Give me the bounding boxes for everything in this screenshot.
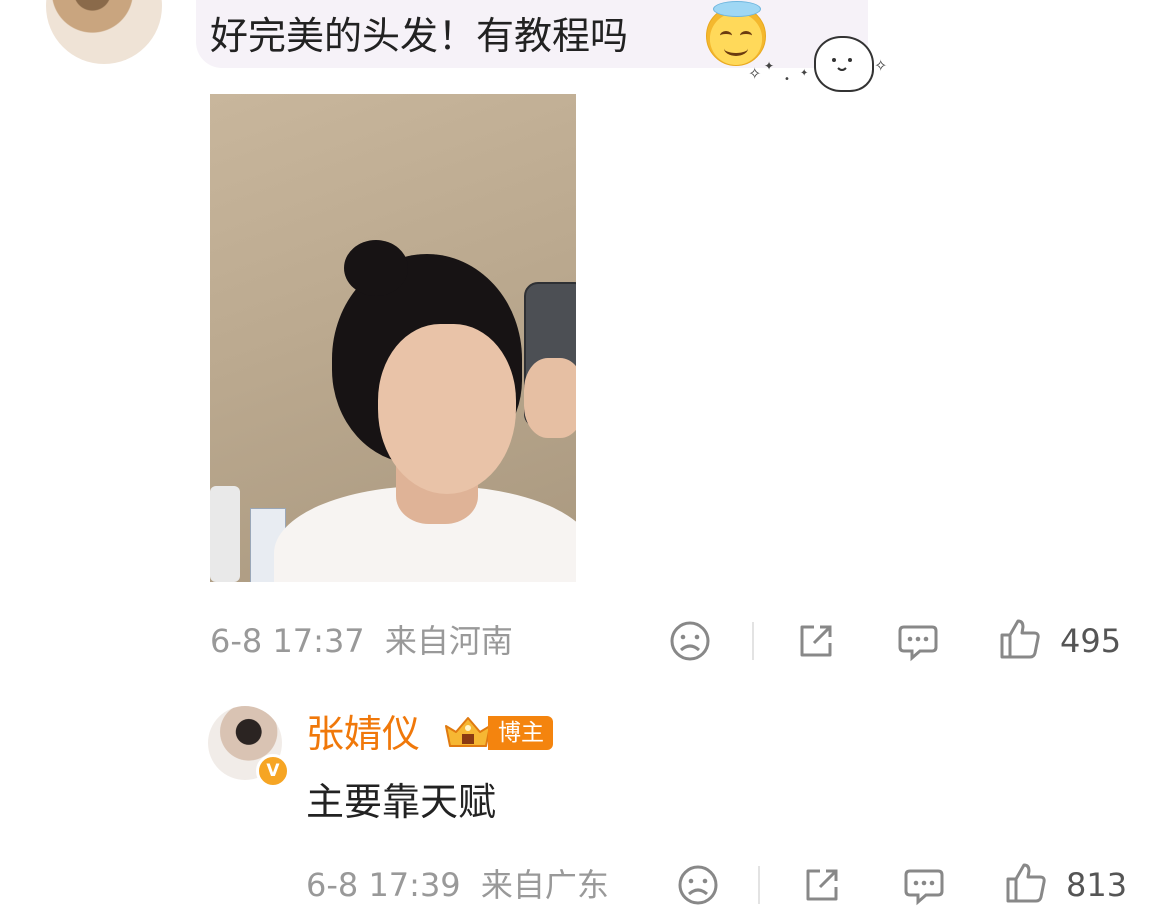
comment-image[interactable] <box>210 94 576 582</box>
crown-badge-icon <box>442 712 494 752</box>
thumbs-up-icon[interactable] <box>1004 861 1048 905</box>
share-icon[interactable] <box>800 863 844 907</box>
sparkle-icon: • <box>784 74 790 85</box>
like-count: 813 <box>1066 866 1128 904</box>
comment-bubble-icon[interactable] <box>902 863 946 907</box>
comment-bubble-icon[interactable] <box>896 619 940 663</box>
comment-location: 来自河南 <box>384 622 513 660</box>
commenter-avatar[interactable] <box>46 0 162 64</box>
halo-smile-emoji-icon <box>706 1 766 66</box>
divider <box>752 622 754 660</box>
comment-meta: 6-8 17:37 来自河南 <box>210 621 513 661</box>
comment-time: 6-8 17:37 <box>210 622 365 660</box>
thumbs-up-icon[interactable] <box>998 617 1042 661</box>
like-count: 495 <box>1060 622 1122 660</box>
verified-badge-icon: V <box>256 754 290 788</box>
sad-face-icon[interactable] <box>668 619 712 663</box>
reply-text: 主要靠天赋 <box>306 780 497 824</box>
sad-face-icon[interactable] <box>676 863 720 907</box>
sparkle-icon: ✧ <box>874 56 888 75</box>
reply-time: 6-8 17:39 <box>306 866 461 904</box>
share-icon[interactable] <box>794 619 838 663</box>
reply-meta: 6-8 17:39 来自广东 <box>306 865 609 905</box>
comment-text: 好完美的头发！有教程吗 <box>210 14 629 58</box>
cloud-sticker-icon <box>814 36 874 92</box>
divider <box>758 866 760 904</box>
sparkle-icon: ✦ <box>800 68 809 79</box>
sparkle-icon: ✧ <box>748 64 762 83</box>
reply-author-name[interactable]: 张婧仪 <box>306 710 420 758</box>
reply-location: 来自广东 <box>480 866 609 904</box>
blogger-badge: 博主 <box>488 716 553 750</box>
sparkle-icon: ✦ <box>764 59 775 73</box>
